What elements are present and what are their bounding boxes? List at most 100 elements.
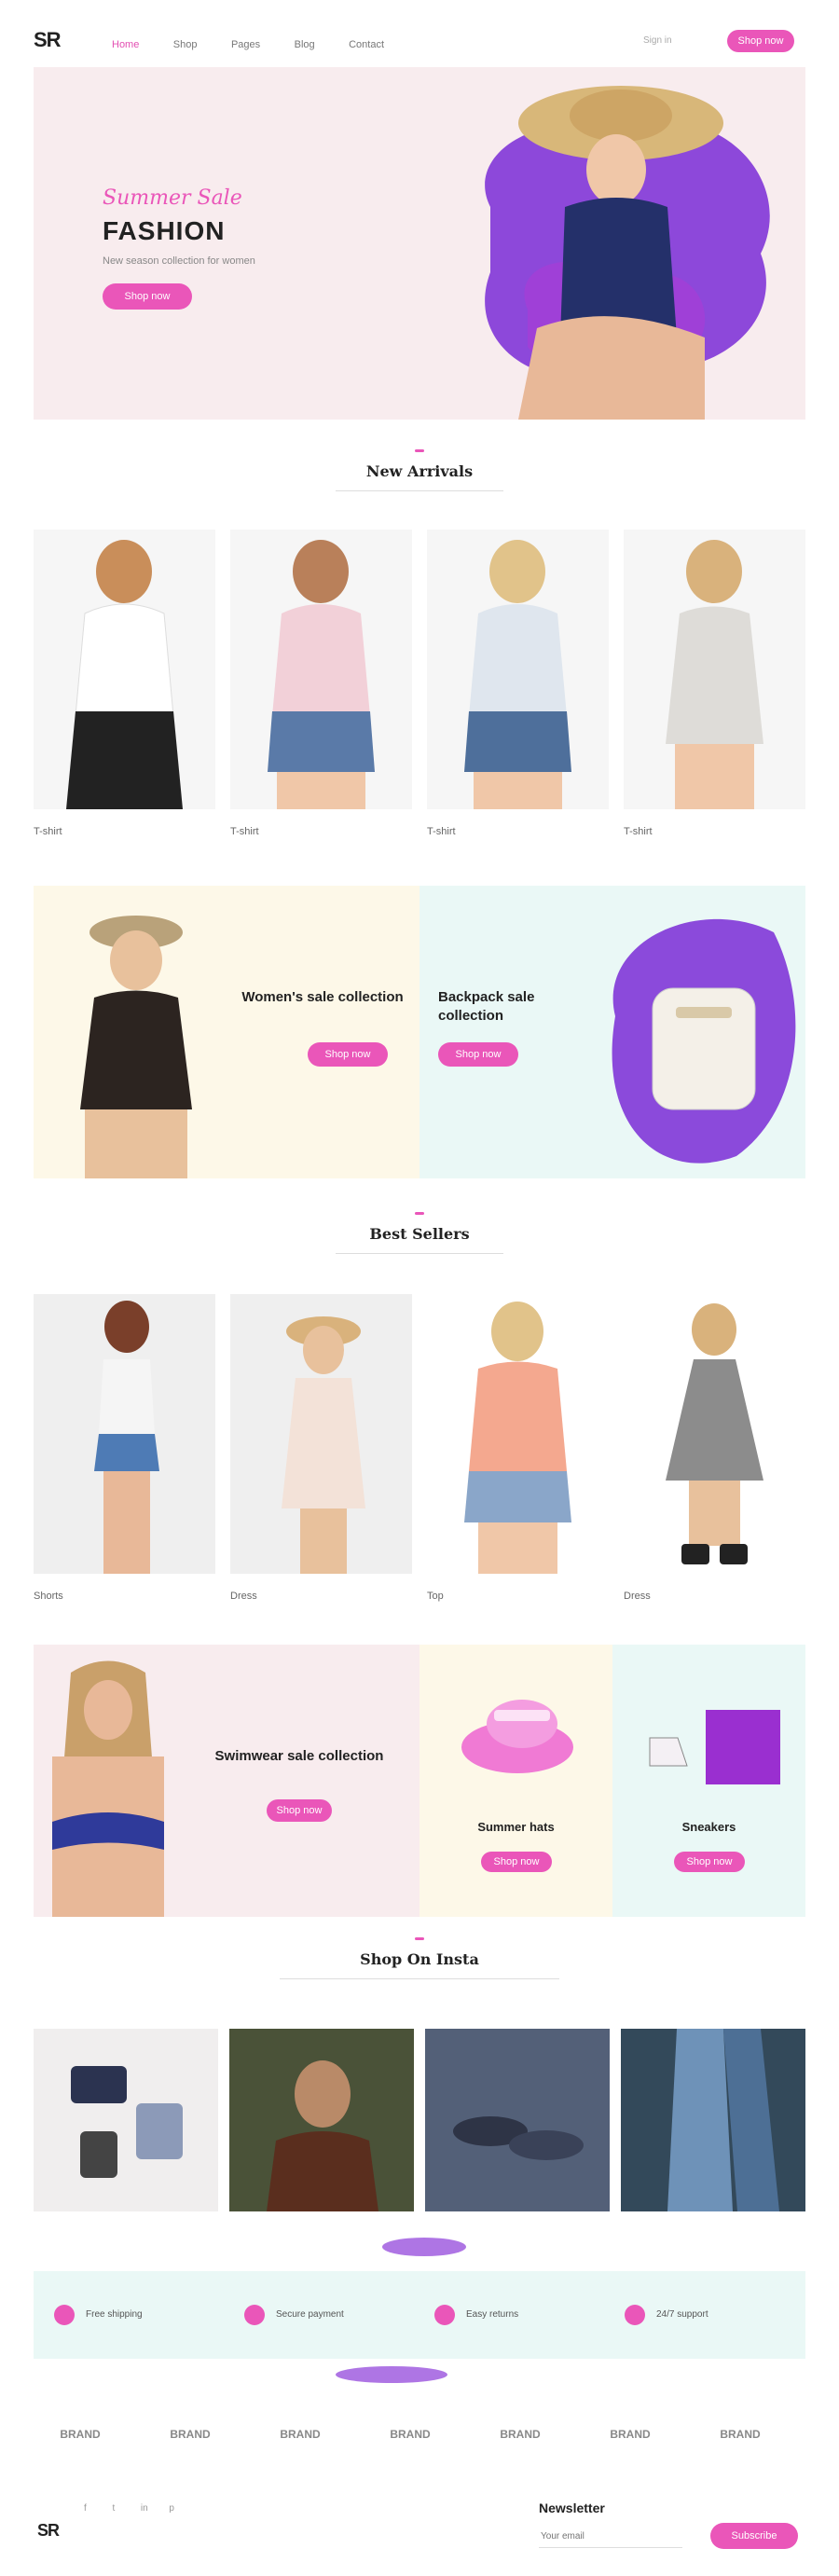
instagram-photo[interactable]: [425, 2029, 610, 2211]
backpack-image: [612, 918, 796, 1164]
product-image: [464, 540, 571, 809]
product-card[interactable]: [230, 1294, 412, 1574]
nav-pages[interactable]: Pages: [231, 39, 260, 50]
account-link[interactable]: Sign in: [643, 35, 672, 46]
section-accent: [415, 449, 424, 452]
promo-row-1: Women's sale collection Shop now Backpac…: [34, 886, 805, 1178]
brands-row: BRAND BRAND BRAND BRAND BRAND BRAND BRAN…: [34, 2428, 805, 2456]
promo-model-image: [80, 916, 192, 1178]
promo-card[interactable]: Backpack sale collection Shop now: [420, 886, 805, 1178]
product-name[interactable]: Shorts: [34, 1591, 63, 1602]
main-nav: Home Shop Pages Blog Contact: [112, 35, 414, 52]
product-image: [464, 1302, 571, 1574]
brand-logo[interactable]: BRAND: [34, 2428, 127, 2441]
social-links: f t in p: [84, 2499, 182, 2515]
hero-shop-button[interactable]: Shop now: [103, 283, 192, 310]
product-name[interactable]: T-shirt: [34, 826, 62, 837]
product-card[interactable]: [624, 1294, 805, 1574]
product-card[interactable]: [427, 1294, 609, 1574]
product-image: [666, 540, 763, 809]
brand-logo[interactable]: BRAND: [694, 2428, 787, 2441]
promo-card[interactable]: Summer hats Shop now: [420, 1645, 612, 1917]
brand-logo[interactable]: BRAND: [474, 2428, 567, 2441]
promo-title: Swimwear sale collection: [214, 1748, 384, 1764]
product-name[interactable]: Dress: [230, 1591, 257, 1602]
twitter-icon[interactable]: t: [112, 2503, 125, 2514]
instagram-photo[interactable]: [34, 2029, 218, 2211]
product-card[interactable]: [34, 530, 215, 809]
promo-card[interactable]: Sneakers Shop now: [612, 1645, 805, 1917]
sneaker-image: [649, 1710, 780, 1784]
support-icon: [625, 2305, 645, 2325]
feature-label: 24/7 support: [656, 2309, 708, 2320]
feature-label: Easy returns: [466, 2309, 519, 2320]
swimwear-model-image: [52, 1660, 164, 1917]
promo-title: Summer hats: [477, 1820, 555, 1834]
promo-card[interactable]: Swimwear sale collection Shop now: [34, 1645, 420, 1917]
product-card[interactable]: [230, 530, 412, 809]
promo-row-2: Swimwear sale collection Shop now Summer…: [34, 1645, 805, 1917]
best-sellers-grid: Shorts Dress Top Dress: [34, 1294, 805, 1611]
promo-shop-button[interactable]: Shop now: [438, 1042, 518, 1067]
feature-decoration-bottom: [336, 2366, 447, 2383]
promo-shop-button[interactable]: Shop now: [267, 1799, 332, 1822]
pinterest-icon[interactable]: p: [169, 2503, 182, 2514]
instagram-photo[interactable]: [229, 2029, 414, 2211]
promo-title: Backpack sale collection: [438, 989, 535, 1024]
header-shop-button[interactable]: Shop now: [727, 30, 794, 52]
section-divider: [336, 1253, 503, 1254]
features-bar: Free shipping Secure payment Easy return…: [34, 2271, 805, 2359]
brand-logo[interactable]: BRAND: [254, 2428, 347, 2441]
product-card[interactable]: [427, 530, 609, 809]
hero-model-image: [485, 86, 770, 420]
promo-shop-button[interactable]: Shop now: [481, 1852, 552, 1872]
linkedin-icon[interactable]: in: [141, 2503, 154, 2514]
new-arrivals-grid: T-shirt T-shirt T-shirt T-shirt: [34, 530, 805, 847]
logo[interactable]: SR: [34, 28, 62, 52]
brand-logo[interactable]: BRAND: [144, 2428, 237, 2441]
feature-decoration-top: [382, 2238, 466, 2256]
payment-icon: [244, 2305, 265, 2325]
product-name[interactable]: T-shirt: [230, 826, 259, 837]
new-arrivals-title: New Arrivals: [365, 462, 474, 480]
nav-blog[interactable]: Blog: [295, 39, 315, 50]
product-card[interactable]: [34, 1294, 215, 1574]
newsletter-email-input[interactable]: [539, 2525, 682, 2548]
section-divider: [280, 1978, 559, 1979]
hero-kicker: Summer Sale: [103, 186, 242, 210]
product-image: [268, 540, 375, 809]
product-image: [666, 1303, 763, 1564]
product-name[interactable]: T-shirt: [427, 826, 456, 837]
feature-label: Free shipping: [86, 2309, 143, 2320]
nav-home[interactable]: Home: [112, 39, 139, 50]
promo-shop-button[interactable]: Shop now: [308, 1042, 388, 1067]
product-name[interactable]: Dress: [624, 1591, 651, 1602]
instagram-photo[interactable]: [621, 2029, 805, 2211]
shipping-icon: [54, 2305, 75, 2325]
section-accent: [415, 1937, 424, 1940]
section-accent: [415, 1212, 424, 1215]
flatlay-image: [71, 2066, 183, 2178]
brand-logo[interactable]: BRAND: [584, 2428, 677, 2441]
promo-shop-button[interactable]: Shop now: [674, 1852, 745, 1872]
nav-shop[interactable]: Shop: [173, 39, 198, 50]
subscribe-button[interactable]: Subscribe: [710, 2523, 798, 2549]
returns-icon: [434, 2305, 455, 2325]
product-card[interactable]: [624, 530, 805, 809]
best-sellers-title: Best Sellers: [369, 1225, 470, 1243]
product-image: [66, 540, 183, 809]
hat-image: [461, 1700, 573, 1773]
jeans-image: [621, 2029, 805, 2211]
footer-logo[interactable]: SR: [37, 2521, 60, 2541]
product-name[interactable]: Top: [427, 1591, 444, 1602]
brand-logo[interactable]: BRAND: [364, 2428, 457, 2441]
instagram-title: Shop On Insta: [360, 1950, 479, 1968]
nav-contact[interactable]: Contact: [349, 39, 384, 50]
product-image: [282, 1316, 365, 1574]
product-image: [94, 1301, 159, 1574]
hero-banner: Summer Sale FASHION New season collectio…: [34, 67, 805, 420]
promo-card[interactable]: Women's sale collection Shop now: [34, 886, 420, 1178]
product-name[interactable]: T-shirt: [624, 826, 653, 837]
shoes-image: [425, 2029, 610, 2211]
facebook-icon[interactable]: f: [84, 2503, 97, 2514]
